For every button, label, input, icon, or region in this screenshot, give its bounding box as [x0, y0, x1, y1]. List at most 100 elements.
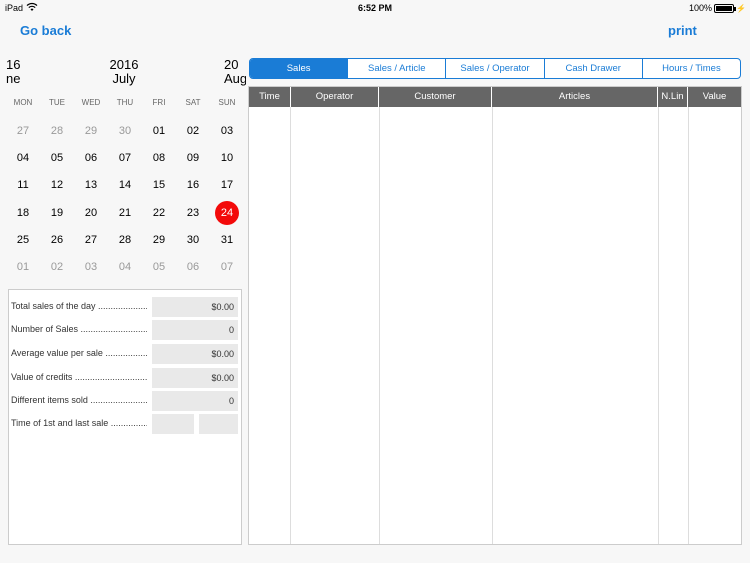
calendar-day[interactable]: 30 [108, 117, 142, 144]
status-bar: iPad 6:52 PM 100% ⚡ [0, 0, 750, 16]
calendar-day-number: 17 [220, 179, 234, 192]
calendar-day[interactable]: 29 [74, 117, 108, 144]
calendar-day-number: 12 [50, 179, 64, 192]
column-divider [492, 107, 493, 544]
calendar-day[interactable]: 31 [210, 226, 244, 253]
tab-sales-article[interactable]: Sales / Article [347, 59, 445, 78]
calendar-day-number: 31 [220, 233, 234, 246]
calendar-day-number: 29 [84, 124, 98, 137]
calendar-day-number: 03 [84, 261, 98, 274]
calendar-day[interactable]: 03 [74, 253, 108, 280]
calendar-day[interactable]: 30 [176, 226, 210, 253]
next-month-name: Aug [224, 71, 246, 86]
calendar-day-number: 14 [118, 179, 132, 192]
calendar-day-selected[interactable]: 24 [210, 199, 244, 226]
column-header-operator[interactable]: Operator [291, 87, 379, 107]
calendar-day-number: 01 [152, 124, 166, 137]
sales-table: Time Operator Customer Articles N.Lin Va… [248, 86, 742, 545]
calendar-day-number: 05 [50, 151, 64, 164]
calendar-day[interactable]: 09 [176, 144, 210, 171]
calendar-day-number: 20 [84, 206, 98, 219]
go-back-button[interactable]: Go back [20, 23, 71, 38]
calendar-day-number: 18 [16, 206, 30, 219]
calendar-day[interactable]: 18 [6, 199, 40, 226]
calendar-day[interactable]: 05 [142, 253, 176, 280]
calendar-day[interactable]: 21 [108, 199, 142, 226]
calendar-day-number: 21 [118, 206, 132, 219]
calendar-month: July [112, 71, 136, 86]
calendar-day[interactable]: 02 [176, 117, 210, 144]
calendar-day[interactable]: 06 [176, 253, 210, 280]
tab-hours-times[interactable]: Hours / Times [641, 59, 740, 78]
stat-value: $0.00 [152, 297, 238, 317]
calendar-day-number: 01 [16, 261, 30, 274]
tab-sales[interactable]: Sales [250, 59, 348, 78]
calendar-day-number: 28 [118, 233, 132, 246]
calendar-day-number: 25 [16, 233, 30, 246]
calendar-day[interactable]: 17 [210, 172, 244, 199]
calendar-day[interactable]: 28 [108, 226, 142, 253]
calendar-day[interactable]: 02 [40, 253, 74, 280]
calendar-day-number: 27 [16, 124, 30, 137]
calendar-day[interactable]: 27 [74, 226, 108, 253]
stat-first-last-sale: Time of 1st and last sale ..............… [11, 414, 239, 434]
calendar-day[interactable]: 04 [6, 144, 40, 171]
calendar-day[interactable]: 19 [40, 199, 74, 226]
calendar-day[interactable]: 08 [142, 144, 176, 171]
calendar-day[interactable]: 05 [40, 144, 74, 171]
calendar-day[interactable]: 07 [108, 144, 142, 171]
calendar-day[interactable]: 07 [210, 253, 244, 280]
calendar-day-number: 07 [118, 151, 132, 164]
calendar-day[interactable]: 15 [142, 172, 176, 199]
calendar-day[interactable]: 26 [40, 226, 74, 253]
calendar-day[interactable]: 12 [40, 172, 74, 199]
weekday-label: SAT [185, 98, 201, 107]
status-time: 6:52 PM [357, 3, 392, 13]
calendar-day-number: 19 [50, 206, 64, 219]
calendar-day[interactable]: 16 [176, 172, 210, 199]
calendar-day[interactable]: 01 [6, 253, 40, 280]
first-sale-time [152, 414, 194, 434]
calendar-day-number: 06 [84, 151, 98, 164]
calendar-day[interactable]: 29 [142, 226, 176, 253]
stat-label: Number of Sales ........................… [11, 324, 147, 334]
calendar-day[interactable]: 04 [108, 253, 142, 280]
calendar-day-number: 02 [50, 261, 64, 274]
column-header-value[interactable]: Value [688, 87, 741, 107]
weekday-label: SUN [218, 98, 236, 107]
column-header-time[interactable]: Time [249, 87, 291, 107]
calendar-day-number: 05 [152, 261, 166, 274]
report-tabs: Sales Sales / Article Sales / Operator C… [249, 58, 741, 79]
calendar-day[interactable]: 28 [40, 117, 74, 144]
calendar-day[interactable]: 06 [74, 144, 108, 171]
calendar-day-number: 27 [84, 233, 98, 246]
column-header-articles[interactable]: Articles [492, 87, 658, 107]
calendar-day-number: 29 [152, 233, 166, 246]
tab-cash-drawer[interactable]: Cash Drawer [543, 59, 642, 78]
battery-percent: 100% [689, 3, 713, 13]
calendar-day[interactable]: 11 [6, 172, 40, 199]
calendar-day[interactable]: 27 [6, 117, 40, 144]
print-button[interactable]: print [668, 23, 697, 38]
calendar-day[interactable]: 03 [210, 117, 244, 144]
column-header-nlin[interactable]: N.Lin [658, 87, 688, 107]
stat-label: Value of credits .......................… [11, 372, 147, 382]
calendar-day-number: 30 [186, 233, 200, 246]
calendar-day[interactable]: 10 [210, 144, 244, 171]
calendar-day[interactable]: 22 [142, 199, 176, 226]
calendar-next-month[interactable]: 20 Aug [224, 58, 246, 86]
column-divider [290, 107, 291, 544]
stat-label: Different items sold ...................… [11, 395, 147, 405]
calendar-day[interactable]: 13 [74, 172, 108, 199]
calendar-day[interactable]: 23 [176, 199, 210, 226]
calendar-day[interactable]: 14 [108, 172, 142, 199]
table-header: Time Operator Customer Articles N.Lin Va… [249, 87, 741, 107]
calendar-day[interactable]: 20 [74, 199, 108, 226]
stat-label: Time of 1st and last sale ..............… [11, 418, 147, 428]
column-header-customer[interactable]: Customer [379, 87, 492, 107]
calendar-day[interactable]: 01 [142, 117, 176, 144]
calendar-day-number: 07 [220, 261, 234, 274]
calendar-day[interactable]: 25 [6, 226, 40, 253]
calendar-day-number: 02 [186, 124, 200, 137]
tab-sales-operator[interactable]: Sales / Operator [445, 59, 543, 78]
